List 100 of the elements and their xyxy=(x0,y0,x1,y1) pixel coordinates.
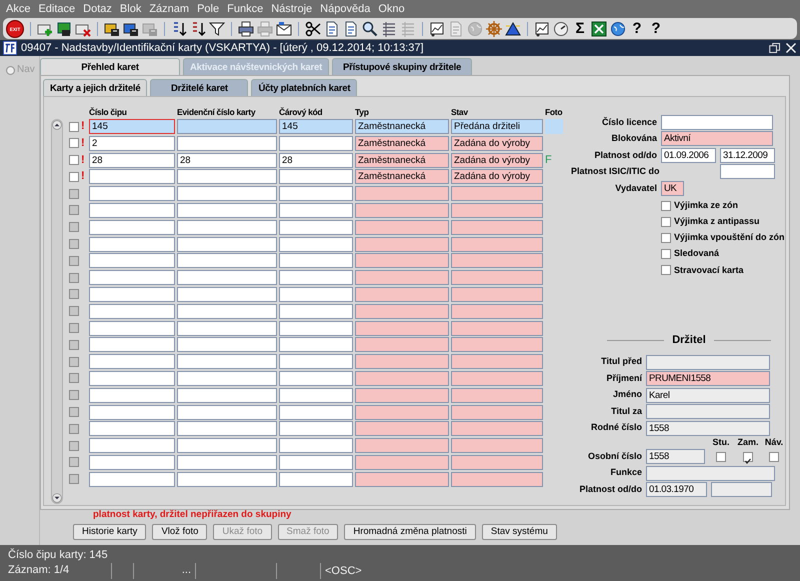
table-cell[interactable] xyxy=(177,119,277,134)
printer-icon[interactable] xyxy=(238,20,254,36)
table-cell[interactable] xyxy=(177,337,277,352)
table-cell[interactable] xyxy=(451,388,543,403)
checkbox[interactable] xyxy=(69,122,79,132)
table-cell[interactable] xyxy=(279,454,353,470)
scissors-icon[interactable] xyxy=(305,20,321,36)
table-cell[interactable] xyxy=(355,253,449,268)
gauge-icon[interactable] xyxy=(553,20,569,36)
table-cell[interactable]: Zadána do výroby xyxy=(451,152,543,168)
checkbox[interactable] xyxy=(661,249,671,260)
table-cell[interactable] xyxy=(355,236,449,252)
table-cell[interactable] xyxy=(177,370,277,386)
table-cell[interactable] xyxy=(355,454,449,470)
chart-icon[interactable] xyxy=(534,20,550,36)
tab[interactable]: Karty a jejich držitelé xyxy=(43,79,148,96)
table-cell[interactable] xyxy=(355,337,449,352)
table-cell[interactable]: Předána držiteli xyxy=(451,119,543,134)
globe-icon[interactable] xyxy=(610,20,626,36)
sum-icon[interactable]: Σ xyxy=(572,20,588,37)
table-cell[interactable] xyxy=(451,220,543,235)
close-icon[interactable] xyxy=(785,42,797,54)
table-cell[interactable] xyxy=(279,370,353,386)
table-cell[interactable] xyxy=(279,421,353,436)
table-cell[interactable]: Zadána do výroby xyxy=(451,136,543,151)
table-cell[interactable] xyxy=(279,388,353,403)
table-cell[interactable] xyxy=(177,286,277,302)
table-cell[interactable] xyxy=(177,438,277,454)
table-cell[interactable]: 28 xyxy=(89,152,175,168)
table-cell[interactable] xyxy=(279,354,353,370)
menu-item[interactable]: Blok xyxy=(116,2,146,16)
table-cell[interactable] xyxy=(177,472,277,487)
table-cell[interactable] xyxy=(177,236,277,252)
table-cell[interactable]: 2 xyxy=(89,136,175,151)
table-cell[interactable] xyxy=(451,236,543,252)
sort-icon[interactable] xyxy=(171,20,187,36)
table-cell[interactable]: Zaměstnanecká xyxy=(355,152,449,168)
table-cell[interactable] xyxy=(177,354,277,370)
table-cell[interactable] xyxy=(451,337,543,352)
menu-item[interactable]: Záznam xyxy=(145,2,194,16)
table-cell[interactable] xyxy=(279,186,353,202)
menu-item[interactable]: Pole xyxy=(193,2,224,16)
checkbox[interactable] xyxy=(716,452,726,462)
table-cell[interactable] xyxy=(177,304,277,319)
table-cell[interactable] xyxy=(279,253,353,268)
table-cell[interactable] xyxy=(355,438,449,454)
checkbox[interactable] xyxy=(769,452,779,462)
table-cell[interactable] xyxy=(279,337,353,352)
tab[interactable]: Přehled karet xyxy=(40,58,180,75)
table-cell[interactable]: 28 xyxy=(177,152,277,168)
checkbox[interactable] xyxy=(69,138,79,148)
checkbox[interactable] xyxy=(661,200,671,211)
filter-icon[interactable] xyxy=(209,20,225,36)
help-icon[interactable]: ? xyxy=(629,20,645,37)
input-field[interactable] xyxy=(661,114,773,130)
table-cell[interactable] xyxy=(451,438,543,454)
table-cell[interactable] xyxy=(177,253,277,268)
table-cell[interactable] xyxy=(355,354,449,370)
search-icon[interactable] xyxy=(362,20,378,36)
table-cell[interactable] xyxy=(451,304,543,319)
table-cell[interactable] xyxy=(451,370,543,386)
table-cell[interactable] xyxy=(451,186,543,202)
table-cell[interactable] xyxy=(177,136,277,151)
table-cell[interactable] xyxy=(355,370,449,386)
table-cell[interactable] xyxy=(279,472,353,487)
table-cell[interactable] xyxy=(177,202,277,218)
table-cell[interactable] xyxy=(177,169,277,184)
table-cell[interactable] xyxy=(451,354,543,370)
list-icon[interactable] xyxy=(381,20,397,36)
table-cell[interactable] xyxy=(177,270,277,286)
menu-item[interactable]: Nápověda xyxy=(316,2,374,16)
table-cell[interactable] xyxy=(451,202,543,218)
table-cell[interactable] xyxy=(355,388,449,403)
checkbox[interactable] xyxy=(743,452,753,462)
table-cell[interactable] xyxy=(177,220,277,235)
input-field[interactable] xyxy=(720,164,775,180)
table-cell[interactable] xyxy=(451,270,543,286)
table-cell[interactable]: Zaměstnanecká xyxy=(355,169,449,184)
form-button[interactable]: Stav systému xyxy=(482,524,557,540)
checkbox[interactable] xyxy=(69,155,79,166)
table-cell[interactable] xyxy=(451,253,543,268)
table-cell[interactable] xyxy=(451,421,543,436)
table-cell[interactable] xyxy=(355,202,449,218)
table-cell[interactable] xyxy=(177,404,277,420)
tab[interactable]: Přístupové skupiny držitele xyxy=(332,58,472,75)
table-cell[interactable] xyxy=(279,270,353,286)
table-cell[interactable] xyxy=(279,220,353,235)
table-cell[interactable] xyxy=(451,320,543,336)
scroll-down-icon[interactable] xyxy=(52,493,62,503)
spreadsheet-icon[interactable] xyxy=(591,20,607,36)
tab[interactable]: Účty platebních karet xyxy=(251,79,358,96)
checkbox[interactable] xyxy=(661,216,671,227)
menu-item[interactable]: Funkce xyxy=(223,2,268,16)
table-cell[interactable]: 145 xyxy=(279,119,353,134)
table-cell[interactable] xyxy=(451,454,543,470)
table-cell[interactable] xyxy=(355,472,449,487)
table-cell[interactable] xyxy=(279,286,353,302)
table-cell[interactable] xyxy=(279,202,353,218)
table-cell[interactable] xyxy=(451,404,543,420)
table-cell[interactable] xyxy=(279,438,353,454)
